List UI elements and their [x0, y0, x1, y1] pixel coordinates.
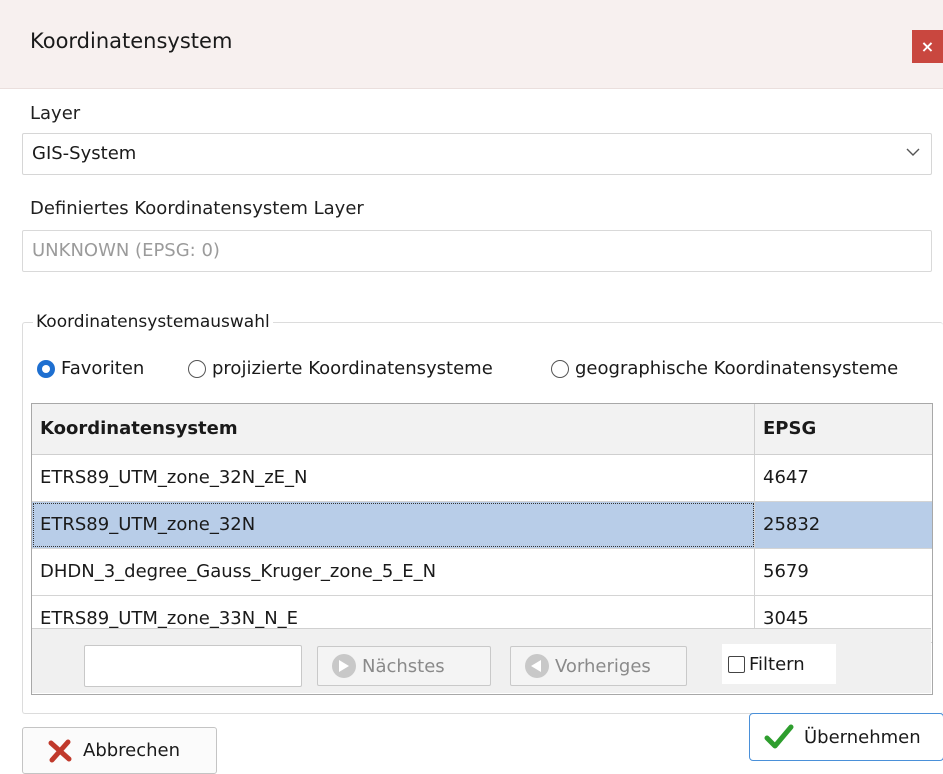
- defined-crs-label: Definiertes Koordinatensystem Layer: [30, 198, 364, 219]
- previous-button-label: Vorheriges: [555, 655, 651, 677]
- layer-dropdown-value: GIS-System: [32, 143, 137, 164]
- defined-crs-value: UNKNOWN (EPSG: 0): [32, 240, 220, 261]
- radio-projected[interactable]: projizierte Koordinatensysteme: [188, 358, 493, 379]
- previous-button[interactable]: Vorheriges: [510, 646, 687, 686]
- column-header-crs[interactable]: Koordinatensystem: [32, 404, 755, 455]
- table-row-selected[interactable]: ETRS89_UTM_zone_32N 25832: [32, 502, 932, 549]
- column-header-epsg[interactable]: EPSG: [755, 404, 932, 455]
- cell-crs-name: DHDN_3_degree_Gauss_Kruger_zone_5_E_N: [40, 561, 437, 582]
- checkbox-icon: [728, 655, 745, 673]
- cancel-button[interactable]: Abbrechen: [22, 727, 217, 774]
- layer-label: Layer: [30, 103, 81, 124]
- filter-checkbox[interactable]: Filtern: [722, 644, 836, 684]
- table-row[interactable]: DHDN_3_degree_Gauss_Kruger_zone_5_E_N 56…: [32, 549, 932, 596]
- cell-crs-name: ETRS89_UTM_zone_33N_N_E: [40, 608, 299, 629]
- table-row[interactable]: ETRS89_UTM_zone_32N_zE_N 4647: [32, 455, 932, 502]
- radio-projected-label: projizierte Koordinatensysteme: [212, 358, 493, 379]
- radio-favorites[interactable]: Favoriten: [37, 358, 144, 379]
- cell-crs-name: ETRS89_UTM_zone_32N: [40, 514, 256, 535]
- cancel-button-label: Abbrechen: [83, 740, 181, 761]
- cross-icon: [48, 739, 72, 762]
- arrow-right-icon: [332, 654, 356, 678]
- next-button-label: Nächstes: [362, 655, 445, 677]
- window-title: Koordinatensystem: [30, 29, 233, 53]
- radio-favorites-label: Favoriten: [61, 358, 145, 379]
- checkmark-icon: [764, 724, 794, 749]
- cell-epsg: 4647: [763, 467, 809, 488]
- crs-selection-legend: Koordinatensystemauswahl: [33, 312, 273, 332]
- cell-epsg: 5679: [763, 561, 809, 582]
- cell-crs-name: ETRS89_UTM_zone_32N_zE_N: [40, 467, 308, 488]
- defined-crs-field: UNKNOWN (EPSG: 0): [22, 230, 932, 272]
- radio-geographic[interactable]: geographische Koordinatensysteme: [551, 358, 898, 379]
- radio-unchecked-icon: [551, 359, 569, 378]
- cell-epsg: 3045: [763, 608, 809, 629]
- arrow-left-icon: [525, 654, 549, 678]
- radio-checked-icon: [37, 359, 55, 378]
- radio-unchecked-icon: [188, 359, 206, 378]
- next-button[interactable]: Nächstes: [317, 646, 491, 686]
- cell-epsg: 25832: [763, 514, 821, 535]
- close-icon: ×: [920, 37, 935, 56]
- radio-geographic-label: geographische Koordinatensysteme: [575, 358, 899, 379]
- apply-button[interactable]: Übernehmen: [749, 713, 943, 761]
- filter-label: Filtern: [749, 653, 805, 675]
- layer-dropdown[interactable]: GIS-System: [22, 133, 932, 175]
- chevron-down-icon: [906, 148, 920, 156]
- apply-button-label: Übernehmen: [804, 726, 921, 748]
- column-header-crs-label: Koordinatensystem: [40, 418, 238, 439]
- search-input[interactable]: [84, 645, 302, 687]
- column-header-epsg-label: EPSG: [763, 418, 817, 439]
- close-button[interactable]: ×: [912, 30, 943, 63]
